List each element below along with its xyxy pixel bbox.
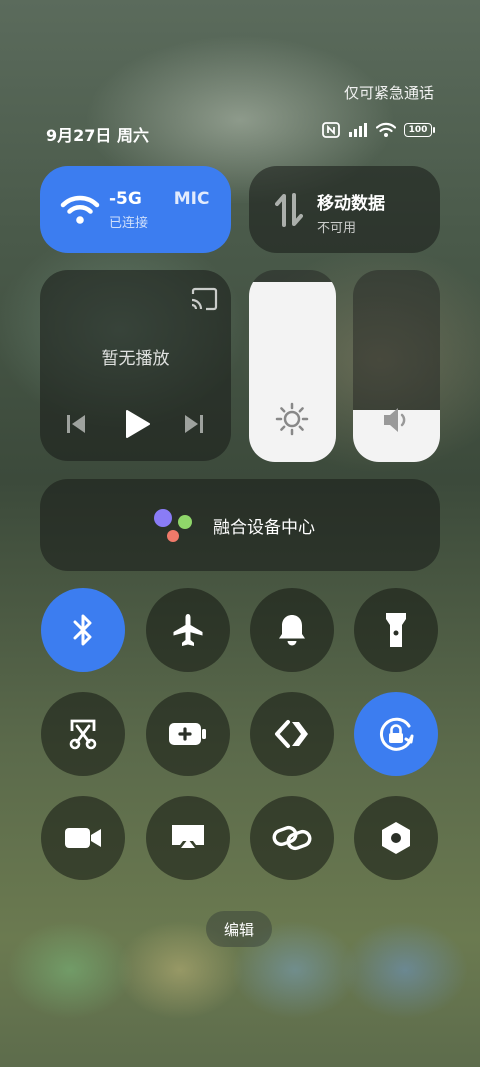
wifi-tile-title: -5G MIC [109,189,227,209]
bell-toggle[interactable] [250,588,334,672]
signal-icon [349,123,367,137]
flashlight-toggle[interactable] [354,588,438,672]
wifi-status-label: 已连接 [109,216,149,231]
next-track-icon[interactable] [183,413,205,435]
mobile-data-title: 移动数据 [317,194,385,214]
direct-connect-toggle[interactable] [250,692,334,776]
cast-icon[interactable] [190,287,218,311]
bluetooth-icon [73,614,92,646]
screen-record-toggle[interactable] [41,796,125,880]
mobile-data-status: 不可用 [317,221,357,236]
wifi-status-icon [376,122,396,137]
wifi-ssid-extra: MIC [173,189,210,209]
settings-hex-toggle[interactable] [354,796,438,880]
no-media-label: 暂无播放 [101,349,170,369]
battery-saver-icon [169,723,206,745]
media-player-tile[interactable]: 暂无播放 [40,270,231,461]
airplane-icon [173,614,203,646]
play-icon[interactable] [123,409,151,439]
screenshot-toggle[interactable] [41,692,125,776]
wifi-tile[interactable]: -5G MIC 已连接 [40,166,231,253]
screenshot-icon [69,719,97,750]
link-toggle[interactable] [250,796,334,880]
brightness-slider[interactable] [249,270,336,462]
fusion-device-center-tile[interactable]: 融合设备中心 [40,479,440,571]
battery-saver-toggle[interactable] [146,692,230,776]
date-label: 9月27日 周六 [46,126,149,145]
wifi-icon [60,195,100,224]
rotation-lock-toggle[interactable] [354,692,438,776]
screen-cast-icon [172,825,204,848]
screen-cast-toggle[interactable] [146,796,230,880]
status-icons: 100 [322,122,435,138]
flashlight-icon [386,613,406,647]
nfc-icon [322,122,340,138]
previous-track-icon[interactable] [65,413,87,435]
mobile-data-icon [275,193,303,227]
rotation-lock-icon [379,717,414,751]
speaker-icon [384,408,406,432]
direct-connect-icon [275,720,308,748]
edit-button[interactable]: 编辑 [206,911,272,947]
battery-level-text: 100 [408,124,428,135]
bell-icon [279,615,305,646]
airplane-mode-toggle[interactable] [146,588,230,672]
battery-indicator: 100 [404,123,435,137]
wifi-ssid-label: -5G [109,189,142,209]
emergency-calls-only-label: 仅可紧急通话 [343,84,434,102]
volume-slider[interactable] [353,270,440,462]
bluetooth-toggle[interactable] [41,588,125,672]
link-icon [272,825,312,851]
fusion-device-center-label: 融合设备中心 [213,518,315,538]
fusion-device-center-icon [154,509,192,542]
video-camera-icon [65,828,101,848]
mobile-data-tile[interactable]: 移动数据 不可用 [249,166,440,253]
brightness-icon [275,402,309,436]
hexagon-settings-icon [382,822,410,854]
